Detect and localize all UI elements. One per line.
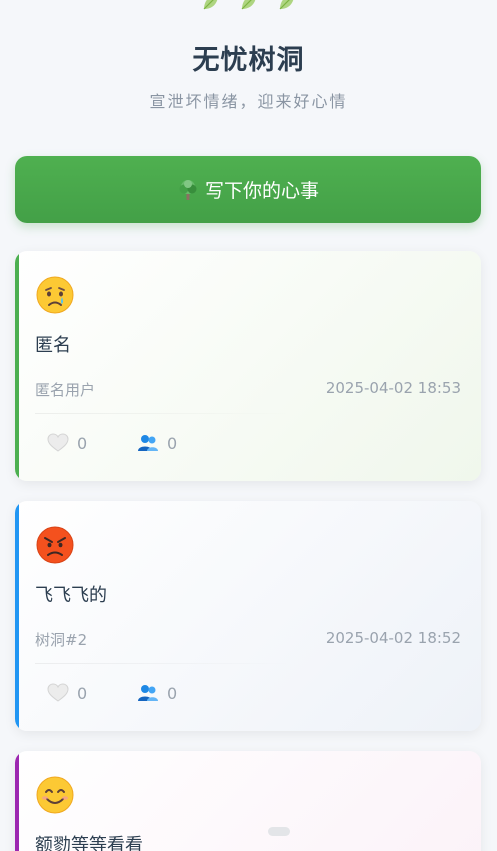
hug-count: 0 <box>167 683 178 703</box>
card-accent-bar <box>15 251 19 481</box>
post-time: 2025-04-02 18:52 <box>325 629 461 647</box>
like-count: 0 <box>77 433 88 453</box>
like-button[interactable]: 0 <box>47 683 87 703</box>
hug-button[interactable]: 0 <box>137 683 177 703</box>
post-text: 飞飞飞的 <box>35 585 107 606</box>
users-icon <box>137 433 159 453</box>
heart-icon <box>47 683 69 703</box>
card-accent-bar <box>15 751 19 851</box>
leaf-icon <box>201 0 221 12</box>
like-button[interactable]: 0 <box>47 433 87 453</box>
post-author: 匿名用户 <box>35 381 96 399</box>
post-card[interactable]: 匿名 匿名用户 2025-04-02 18:53 0 0 <box>15 251 481 481</box>
leaf-icon <box>239 0 259 12</box>
angry-face-icon <box>35 525 75 565</box>
hug-button[interactable]: 0 <box>137 433 177 453</box>
post-text: 匿名 <box>35 335 71 356</box>
scroll-indicator <box>268 827 290 836</box>
hug-count: 0 <box>167 433 178 453</box>
post-author: 树洞#2 <box>35 631 88 649</box>
leaf-decoration <box>0 0 497 12</box>
post-text: 额勠等等看看 <box>35 835 143 851</box>
write-post-label: 写下你的心事 <box>204 180 319 202</box>
page: 无忧树洞 宣泄坏情绪，迎来好心情 写下你的心事 匿名 匿名用户 2025-04-… <box>0 0 497 851</box>
heart-icon <box>47 433 69 453</box>
users-icon <box>137 683 159 703</box>
post-card[interactable]: 额勠等等看看 <box>15 751 481 851</box>
crying-face-icon <box>35 275 75 315</box>
write-post-button[interactable]: 写下你的心事 <box>15 156 481 223</box>
tree-icon <box>177 178 199 202</box>
post-card[interactable]: 飞飞飞的 树洞#2 2025-04-02 18:52 0 0 <box>15 501 481 731</box>
page-title: 无忧树洞 <box>192 45 305 76</box>
leaf-icon <box>277 0 297 12</box>
like-count: 0 <box>77 683 88 703</box>
card-divider <box>35 413 295 414</box>
card-divider <box>35 663 295 664</box>
post-time: 2025-04-02 18:53 <box>325 379 461 397</box>
card-accent-bar <box>15 501 19 731</box>
smiling-face-icon <box>35 775 75 815</box>
page-subtitle: 宣泄坏情绪，迎来好心情 <box>149 92 348 111</box>
